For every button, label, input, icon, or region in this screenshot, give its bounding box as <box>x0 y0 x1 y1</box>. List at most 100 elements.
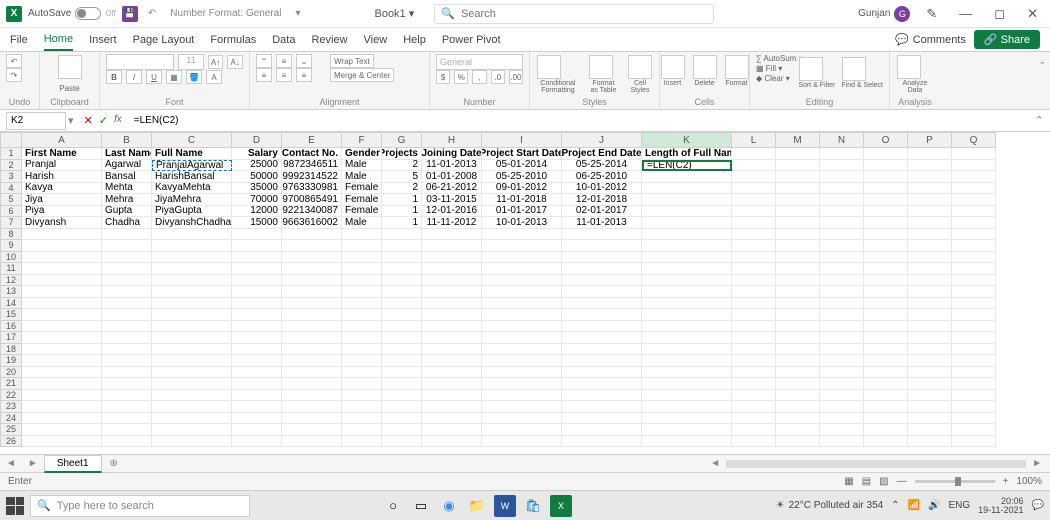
cell-N12[interactable] <box>820 275 864 287</box>
cell-G14[interactable] <box>382 298 422 310</box>
col-header-M[interactable]: M <box>776 132 820 148</box>
cell-P7[interactable] <box>908 217 952 229</box>
cell-N24[interactable] <box>820 413 864 425</box>
cell-D5[interactable]: 70000 <box>232 194 282 206</box>
cell-H24[interactable] <box>422 413 482 425</box>
cell-G13[interactable] <box>382 286 422 298</box>
cell-C18[interactable] <box>152 344 232 356</box>
row-header[interactable]: 19 <box>0 355 22 367</box>
cell-K16[interactable] <box>642 321 732 333</box>
cell-D6[interactable]: 12000 <box>232 206 282 218</box>
cell-B23[interactable] <box>102 401 152 413</box>
row-header[interactable]: 12 <box>0 275 22 287</box>
cell-B4[interactable]: Mehta <box>102 183 152 195</box>
cell-E23[interactable] <box>282 401 342 413</box>
cell-M7[interactable] <box>776 217 820 229</box>
cell-C16[interactable] <box>152 321 232 333</box>
cell-E12[interactable] <box>282 275 342 287</box>
cell-P18[interactable] <box>908 344 952 356</box>
cell-C25[interactable] <box>152 424 232 436</box>
tab-page-layout[interactable]: Page Layout <box>133 30 195 50</box>
cell-N15[interactable] <box>820 309 864 321</box>
cell-N17[interactable] <box>820 332 864 344</box>
cell-Q5[interactable] <box>952 194 996 206</box>
cell-B3[interactable]: Bansal <box>102 171 152 183</box>
cancel-formula-icon[interactable]: ✕ <box>84 114 93 127</box>
cell-M12[interactable] <box>776 275 820 287</box>
cell-F12[interactable] <box>342 275 382 287</box>
cell-J22[interactable] <box>562 390 642 402</box>
cell-K10[interactable] <box>642 252 732 264</box>
search-box[interactable]: 🔍 <box>434 4 714 24</box>
cell-O1[interactable] <box>864 148 908 160</box>
align-middle-icon[interactable]: ≡ <box>276 54 292 68</box>
cell-L4[interactable] <box>732 183 776 195</box>
fill-color-icon[interactable]: 🪣 <box>186 70 202 84</box>
col-header-I[interactable]: I <box>482 132 562 148</box>
cell-E4[interactable]: 9763330981 <box>282 183 342 195</box>
cell-K17[interactable] <box>642 332 732 344</box>
cell-M15[interactable] <box>776 309 820 321</box>
sheet-tab[interactable]: Sheet1 <box>44 455 102 473</box>
cell-O20[interactable] <box>864 367 908 379</box>
cell-F22[interactable] <box>342 390 382 402</box>
cell-L14[interactable] <box>732 298 776 310</box>
cell-I10[interactable] <box>482 252 562 264</box>
cell-H12[interactable] <box>422 275 482 287</box>
cell-G22[interactable] <box>382 390 422 402</box>
cell-Q19[interactable] <box>952 355 996 367</box>
cell-D23[interactable] <box>232 401 282 413</box>
cell-I8[interactable] <box>482 229 562 241</box>
cell-D19[interactable] <box>232 355 282 367</box>
cell-J13[interactable] <box>562 286 642 298</box>
scroll-right-icon[interactable]: ► <box>1032 458 1042 469</box>
cell-C10[interactable] <box>152 252 232 264</box>
cell-H23[interactable] <box>422 401 482 413</box>
cell-N26[interactable] <box>820 436 864 448</box>
cell-K1[interactable]: Length of Full Names <box>642 148 732 160</box>
zoom-in-icon[interactable]: + <box>1003 476 1009 487</box>
search-input[interactable] <box>461 8 707 20</box>
scroll-left-icon[interactable]: ◄ <box>710 458 720 469</box>
cell-A20[interactable] <box>22 367 102 379</box>
cell-Q20[interactable] <box>952 367 996 379</box>
cell-I5[interactable]: 11-01-2018 <box>482 194 562 206</box>
cell-G12[interactable] <box>382 275 422 287</box>
cell-G25[interactable] <box>382 424 422 436</box>
cell-L19[interactable] <box>732 355 776 367</box>
system-clock[interactable]: 20:06 19-11-2021 <box>978 497 1023 515</box>
cell-B21[interactable] <box>102 378 152 390</box>
cell-K21[interactable] <box>642 378 732 390</box>
cell-D7[interactable]: 15000 <box>232 217 282 229</box>
cell-Q23[interactable] <box>952 401 996 413</box>
fill[interactable]: ▦ Fill ▾ <box>756 64 782 73</box>
weather-widget[interactable]: ☀ 22°C Polluted air 354 <box>776 500 884 511</box>
cell-O2[interactable] <box>864 160 908 172</box>
comments-button[interactable]: 💬 Comments <box>895 33 966 46</box>
cell-F20[interactable] <box>342 367 382 379</box>
cell-G2[interactable]: 2 <box>382 160 422 172</box>
cell-K4[interactable] <box>642 183 732 195</box>
cell-M16[interactable] <box>776 321 820 333</box>
cell-D8[interactable] <box>232 229 282 241</box>
tab-help[interactable]: Help <box>403 30 426 50</box>
cell-I3[interactable]: 05-25-2010 <box>482 171 562 183</box>
cell-C22[interactable] <box>152 390 232 402</box>
formula-input[interactable] <box>130 115 1029 126</box>
cell-I17[interactable] <box>482 332 562 344</box>
cell-D18[interactable] <box>232 344 282 356</box>
cell-Q9[interactable] <box>952 240 996 252</box>
cell-N22[interactable] <box>820 390 864 402</box>
cell-G17[interactable] <box>382 332 422 344</box>
cell-H8[interactable] <box>422 229 482 241</box>
cell-K14[interactable] <box>642 298 732 310</box>
cell-P24[interactable] <box>908 413 952 425</box>
cell-K24[interactable] <box>642 413 732 425</box>
cell-L9[interactable] <box>732 240 776 252</box>
cell-I24[interactable] <box>482 413 562 425</box>
cell-J14[interactable] <box>562 298 642 310</box>
cell-G18[interactable] <box>382 344 422 356</box>
cell-N19[interactable] <box>820 355 864 367</box>
cell-C9[interactable] <box>152 240 232 252</box>
cell-L20[interactable] <box>732 367 776 379</box>
